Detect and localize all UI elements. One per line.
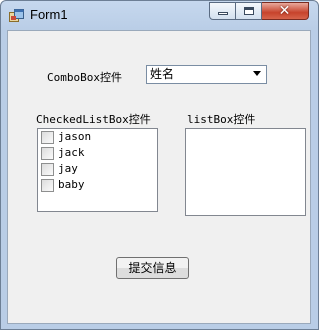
chevron-down-icon — [253, 71, 261, 76]
name-combobox[interactable]: 姓名 — [146, 65, 267, 84]
listbox-label: listBox控件 — [187, 113, 256, 126]
checked-list-item-label: jay — [58, 162, 78, 175]
title-bar[interactable]: Form1 ✕ — [1, 1, 318, 31]
checkedlistbox-label: CheckedListBox控件 — [36, 113, 151, 126]
minimize-button[interactable] — [209, 2, 236, 20]
checkbox-icon[interactable] — [41, 131, 54, 144]
checked-list-box[interactable]: jason jack jay baby — [37, 128, 158, 212]
checked-list-item[interactable]: baby — [40, 177, 150, 193]
combobox-selected-value: 姓名 — [150, 67, 175, 81]
maximize-icon — [244, 7, 254, 15]
minimize-icon — [218, 12, 228, 15]
checkbox-icon[interactable] — [41, 147, 54, 160]
checked-list-item[interactable]: jay — [40, 161, 150, 177]
checked-list-item-label: jason — [58, 130, 92, 143]
form-client-area: ComboBox控件 姓名 CheckedListBox控件 jason jac… — [7, 30, 311, 324]
close-button[interactable]: ✕ — [262, 2, 309, 20]
combobox-dropdown-button[interactable] — [250, 67, 265, 82]
form1-window: Form1 ✕ ComboBox控件 姓名 CheckedListBox控件 j… — [0, 0, 319, 330]
checked-list-item[interactable]: jason — [40, 129, 150, 145]
checkbox-icon[interactable] — [41, 179, 54, 192]
submit-info-button[interactable]: 提交信息 — [116, 257, 189, 279]
checked-list-item-label: jack — [58, 146, 85, 159]
checkbox-icon[interactable] — [41, 163, 54, 176]
window-title: Form1 — [30, 7, 68, 22]
list-box[interactable] — [185, 128, 306, 216]
checked-list-item-label: baby — [58, 178, 85, 191]
close-icon: ✕ — [278, 3, 291, 19]
combobox-label: ComboBox控件 — [47, 71, 122, 84]
checked-list-item[interactable]: jack — [40, 145, 150, 161]
maximize-button[interactable] — [236, 2, 262, 20]
form-app-icon — [9, 9, 24, 22]
